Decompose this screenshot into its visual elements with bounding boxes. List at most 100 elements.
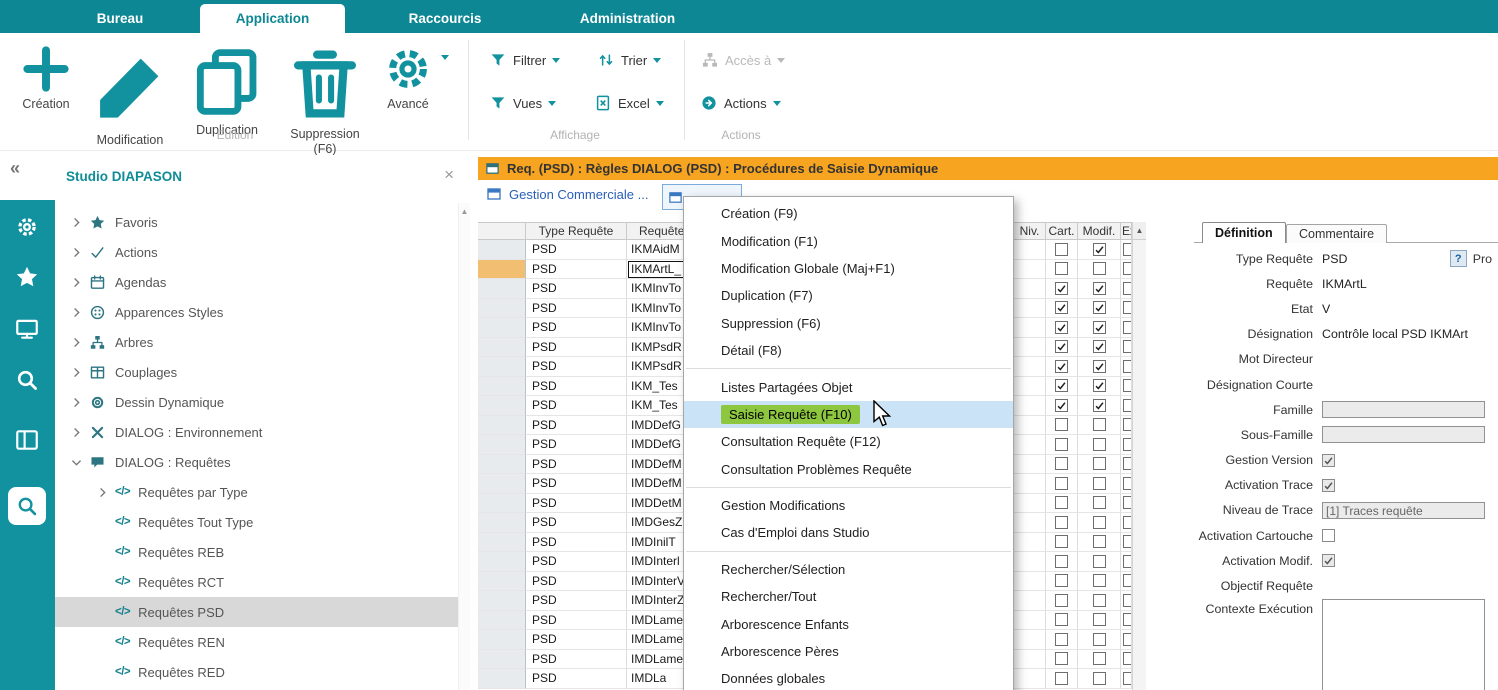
menu-item[interactable]: Modification (F1): [684, 227, 1013, 254]
row-header[interactable]: [478, 611, 526, 631]
checkbox[interactable]: [1055, 594, 1068, 607]
menu-item[interactable]: Rechercher/Tout: [684, 583, 1013, 610]
sidebar-item[interactable]: </>Requêtes REB: [55, 537, 458, 567]
cell-type-requete[interactable]: PSD: [526, 630, 627, 650]
checkbox[interactable]: [1093, 633, 1106, 646]
cell-ex[interactable]: [1121, 474, 1132, 494]
chevron-right-icon[interactable]: [95, 485, 110, 500]
cell-niv[interactable]: [1014, 630, 1046, 650]
cell-cart[interactable]: [1046, 377, 1078, 397]
checkbox-checked[interactable]: [1093, 243, 1106, 256]
cell-modif[interactable]: [1078, 455, 1121, 475]
star-icon[interactable]: [14, 264, 40, 290]
checkbox[interactable]: [1093, 613, 1106, 626]
cell-cart[interactable]: [1046, 299, 1078, 319]
search-icon[interactable]: [14, 367, 40, 393]
cell-ex[interactable]: [1121, 669, 1132, 689]
cell-type-requete[interactable]: PSD: [526, 377, 627, 397]
checkbox-checked[interactable]: [1093, 360, 1106, 373]
row-header[interactable]: [478, 260, 526, 280]
cell-type-requete[interactable]: PSD: [526, 435, 627, 455]
cell-cart[interactable]: [1046, 357, 1078, 377]
cell-type-requete[interactable]: PSD: [526, 513, 627, 533]
sidebar-item[interactable]: </>Requêtes Tout Type: [55, 507, 458, 537]
tab-commentaire[interactable]: Commentaire: [1286, 224, 1387, 243]
cell-ex[interactable]: [1121, 357, 1132, 377]
cell-ex[interactable]: [1121, 299, 1132, 319]
row-header[interactable]: [478, 494, 526, 514]
column-header-niv[interactable]: Niv.: [1014, 223, 1046, 240]
cell-niv[interactable]: [1014, 318, 1046, 338]
cell-modif[interactable]: [1078, 552, 1121, 572]
checkbox[interactable]: [1123, 321, 1132, 334]
sidebar-item[interactable]: </>Requêtes RED: [55, 657, 458, 687]
checkbox[interactable]: [1093, 594, 1106, 607]
cell-niv[interactable]: [1014, 396, 1046, 416]
cell-cart[interactable]: [1046, 240, 1078, 260]
cell-niv[interactable]: [1014, 435, 1046, 455]
row-header[interactable]: [478, 240, 526, 260]
cell-cart[interactable]: [1046, 318, 1078, 338]
checkbox[interactable]: [1093, 477, 1106, 490]
cell-modif[interactable]: [1078, 318, 1121, 338]
checkbox-checked[interactable]: [1055, 301, 1068, 314]
excel-button[interactable]: Excel: [594, 94, 664, 112]
cell-cart[interactable]: [1046, 513, 1078, 533]
menu-item[interactable]: Modification Globale (Maj+F1): [684, 255, 1013, 282]
cell-cart[interactable]: [1046, 260, 1078, 280]
checkbox[interactable]: [1093, 574, 1106, 587]
checkbox[interactable]: [1055, 477, 1068, 490]
checkbox[interactable]: [1055, 555, 1068, 568]
cell-niv[interactable]: [1014, 650, 1046, 670]
cell-modif[interactable]: [1078, 377, 1121, 397]
cell-ex[interactable]: [1121, 513, 1132, 533]
checkbox-checked[interactable]: [1322, 454, 1335, 467]
checkbox[interactable]: [1123, 574, 1132, 587]
row-header[interactable]: [478, 299, 526, 319]
cell-ex[interactable]: [1121, 650, 1132, 670]
cell-ex[interactable]: [1121, 572, 1132, 592]
cell-modif[interactable]: [1078, 299, 1121, 319]
checkbox[interactable]: [1123, 399, 1132, 412]
checkbox[interactable]: [1055, 652, 1068, 665]
cell-niv[interactable]: [1014, 240, 1046, 260]
checkbox-checked[interactable]: [1322, 479, 1335, 492]
checkbox[interactable]: [1055, 418, 1068, 431]
cell-type-requete[interactable]: PSD: [526, 299, 627, 319]
checkbox[interactable]: [1055, 535, 1068, 548]
tab-definition[interactable]: Définition: [1202, 222, 1286, 243]
sidebar-item[interactable]: Apparences Styles: [55, 297, 458, 327]
checkbox[interactable]: [1123, 496, 1132, 509]
menu-item[interactable]: Suppression (F6): [684, 310, 1013, 337]
sidebar-collapse-button[interactable]: «: [10, 158, 20, 179]
chevron-right-icon[interactable]: [69, 275, 84, 290]
checkbox[interactable]: [1123, 360, 1132, 373]
cell-ex[interactable]: [1121, 416, 1132, 436]
checkbox[interactable]: [1123, 282, 1132, 295]
cell-niv[interactable]: [1014, 611, 1046, 631]
panel-columns-icon[interactable]: [14, 427, 40, 453]
cell-cart[interactable]: [1046, 474, 1078, 494]
actions-button[interactable]: Actions: [700, 94, 781, 112]
column-header-ex[interactable]: Ex: [1121, 223, 1132, 240]
checkbox[interactable]: [1093, 438, 1106, 451]
cell-niv[interactable]: [1014, 338, 1046, 358]
cell-cart[interactable]: [1046, 533, 1078, 553]
row-header[interactable]: [478, 357, 526, 377]
creation-button[interactable]: Création: [18, 41, 74, 112]
cell-niv[interactable]: [1014, 279, 1046, 299]
monitor-icon[interactable]: [14, 316, 40, 342]
cell-cart[interactable]: [1046, 669, 1078, 689]
gear-icon[interactable]: [14, 214, 40, 240]
menu-item[interactable]: Cas d'Emploi dans Studio: [684, 519, 1013, 546]
checkbox[interactable]: [1123, 633, 1132, 646]
cell-type-requete[interactable]: PSD: [526, 396, 627, 416]
row-header[interactable]: [478, 669, 526, 689]
row-header[interactable]: [478, 591, 526, 611]
checkbox-checked[interactable]: [1055, 360, 1068, 373]
cell-modif[interactable]: [1078, 533, 1121, 553]
checkbox-checked[interactable]: [1055, 379, 1068, 392]
cell-ex[interactable]: [1121, 240, 1132, 260]
sidebar-item[interactable]: </>Requêtes RCT: [55, 567, 458, 597]
cell-cart[interactable]: [1046, 630, 1078, 650]
